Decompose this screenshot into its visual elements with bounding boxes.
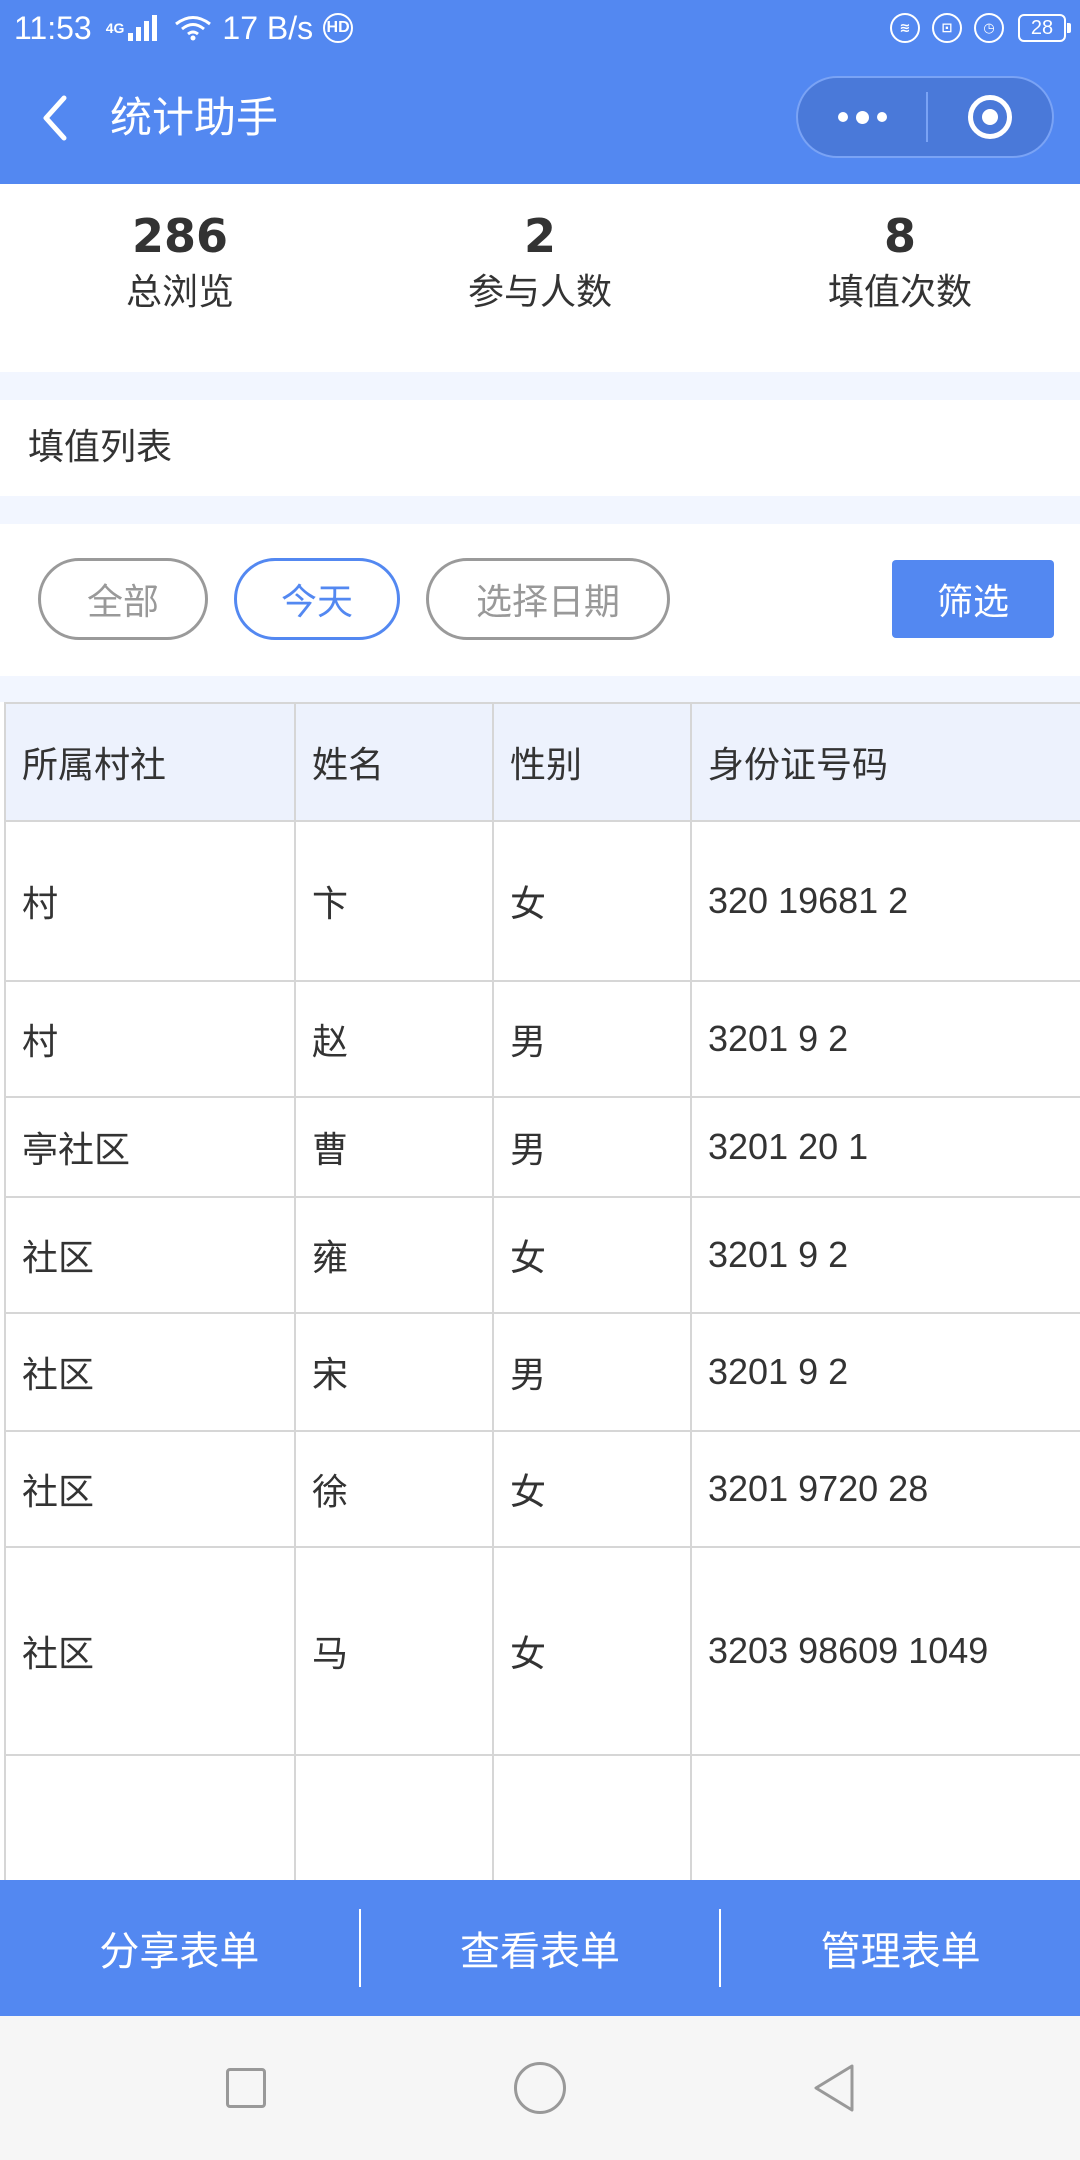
cell-gender: 女 [492, 1430, 692, 1548]
cell-id-number: 3201 20 1 [690, 1096, 1080, 1198]
cell-id-number: 320 19681 2 [690, 820, 1080, 982]
cell-village: 亭社区 [4, 1096, 296, 1198]
stat-label: 参与人数 [467, 272, 612, 313]
battery-icon: 28 [1018, 14, 1071, 42]
alarm-icon: ◷ [974, 13, 1004, 43]
close-mini-program-button[interactable] [928, 78, 1052, 156]
signal-icon [128, 15, 160, 41]
table-row[interactable]: 社区 马 女 3203 98609 1049 [4, 1546, 1080, 1756]
cell-name: 雍 [294, 1196, 494, 1314]
stat-value: 286 [131, 209, 229, 263]
filter-all-chip[interactable]: 全部 [38, 558, 208, 640]
battery-level: 28 [1030, 16, 1054, 39]
recent-apps-button[interactable] [216, 2058, 276, 2118]
cell-name: 徐 [294, 1430, 494, 1548]
target-icon [968, 95, 1012, 139]
home-button[interactable] [510, 2058, 570, 2118]
network-speed: 17 B/s [222, 9, 314, 46]
cell-gender: 女 [492, 820, 692, 982]
cell-name: 曹 [294, 1096, 494, 1198]
table-row-empty [4, 1754, 1080, 1880]
triangle-back-icon [814, 2064, 854, 2112]
table-row[interactable]: 社区 徐 女 3201 9720 28 [4, 1430, 1080, 1548]
cell-id-number: 3203 98609 1049 [690, 1546, 1080, 1756]
cell-gender: 女 [492, 1546, 692, 1756]
more-button[interactable] [798, 78, 926, 156]
header-gender: 性别 [492, 702, 692, 822]
filter-today-chip[interactable]: 今天 [234, 558, 400, 640]
chevron-left-icon [43, 95, 67, 141]
cell-village: 社区 [4, 1430, 296, 1548]
stat-value: 8 [883, 209, 916, 263]
system-back-button[interactable] [804, 2058, 864, 2118]
filter-date-chip[interactable]: 选择日期 [426, 558, 670, 640]
status-time: 11:53 [14, 9, 92, 46]
cell-gender: 女 [492, 1196, 692, 1314]
cell-village: 村 [4, 980, 296, 1098]
cell-name: 卞 [294, 820, 494, 982]
manage-form-button[interactable]: 管理表单 [721, 1880, 1080, 2016]
cell-id-number: 3201 9 2 [690, 1196, 1080, 1314]
nav-bar: 统计助手 [0, 56, 1080, 184]
table-row[interactable]: 社区 宋 男 3201 9 2 [4, 1312, 1080, 1432]
network-type-icon: 4G [106, 21, 125, 35]
section-title: 填值列表 [0, 400, 1080, 496]
vibrate-icon: ≋ [890, 13, 920, 43]
stat-label: 填值次数 [827, 272, 972, 313]
stat-total-views: 286 总浏览 [0, 184, 360, 372]
header-name: 姓名 [294, 702, 494, 822]
lock-icon: ⊡ [932, 13, 962, 43]
cell-id-number: 3201 9 2 [690, 1312, 1080, 1432]
table-row[interactable]: 村 卞 女 320 19681 2 [4, 820, 1080, 982]
share-form-button[interactable]: 分享表单 [0, 1880, 359, 2016]
more-dot-icon [876, 112, 887, 122]
cell-gender: 男 [492, 980, 692, 1098]
cell-name: 马 [294, 1546, 494, 1756]
table-row[interactable]: 亭社区 曹 男 3201 20 1 [4, 1096, 1080, 1198]
cell-village: 社区 [4, 1312, 296, 1432]
filter-button[interactable]: 筛选 [892, 560, 1054, 638]
cell-gender: 男 [492, 1312, 692, 1432]
status-right: ≋ ⊡ ◷ 28 [878, 8, 1071, 48]
mini-program-capsule [796, 76, 1054, 158]
more-dot-icon [855, 110, 869, 124]
table-header-row: 所属村社 姓名 性别 身份证号码 [4, 702, 1080, 822]
cell-village: 社区 [4, 1196, 296, 1314]
cell-village: 村 [4, 820, 296, 982]
filter-bar: 全部 今天 选择日期 筛选 [0, 524, 1080, 676]
more-dot-icon [837, 112, 848, 122]
header-village: 所属村社 [4, 702, 296, 822]
network-type-label: 4G [105, 20, 125, 36]
page-title: 统计助手 [110, 93, 279, 142]
data-table-container[interactable]: 所属村社 姓名 性别 身份证号码 村 卞 女 320 19681 2 村 赵 男… [0, 702, 1080, 1880]
data-table: 所属村社 姓名 性别 身份证号码 村 卞 女 320 19681 2 村 赵 男… [4, 702, 1080, 1880]
view-form-button[interactable]: 查看表单 [361, 1880, 720, 2016]
cell-name: 宋 [294, 1312, 494, 1432]
header-id-number: 身份证号码 [690, 702, 1080, 822]
table-row[interactable]: 村 赵 男 3201 9 2 [4, 980, 1080, 1098]
bottom-action-bar: 分享表单 查看表单 管理表单 [0, 1880, 1080, 2016]
cell-name: 赵 [294, 980, 494, 1098]
system-nav-bar [0, 2016, 1080, 2160]
cell-id-number: 3201 9720 28 [690, 1430, 1080, 1548]
wifi-icon [175, 16, 212, 41]
stat-label: 总浏览 [125, 272, 234, 313]
status-left: 11:53 4G 17 B/s HD [14, 6, 354, 50]
cell-gender: 男 [492, 1096, 692, 1198]
square-icon [226, 2068, 266, 2108]
stats-panel: 286 总浏览 2 参与人数 8 填值次数 [0, 184, 1080, 372]
stat-value: 2 [523, 209, 556, 263]
cell-village: 社区 [4, 1546, 296, 1756]
table-row[interactable]: 社区 雍 女 3201 9 2 [4, 1196, 1080, 1314]
back-button[interactable] [30, 88, 80, 148]
stat-fill-count: 8 填值次数 [720, 184, 1080, 372]
cell-id-number: 3201 9 2 [690, 980, 1080, 1098]
hd-icon: HD [323, 13, 354, 43]
status-bar: 11:53 4G 17 B/s HD ≋ ⊡ ◷ 28 [0, 0, 1080, 56]
stat-participants: 2 参与人数 [360, 184, 720, 372]
circle-icon [514, 2062, 566, 2114]
